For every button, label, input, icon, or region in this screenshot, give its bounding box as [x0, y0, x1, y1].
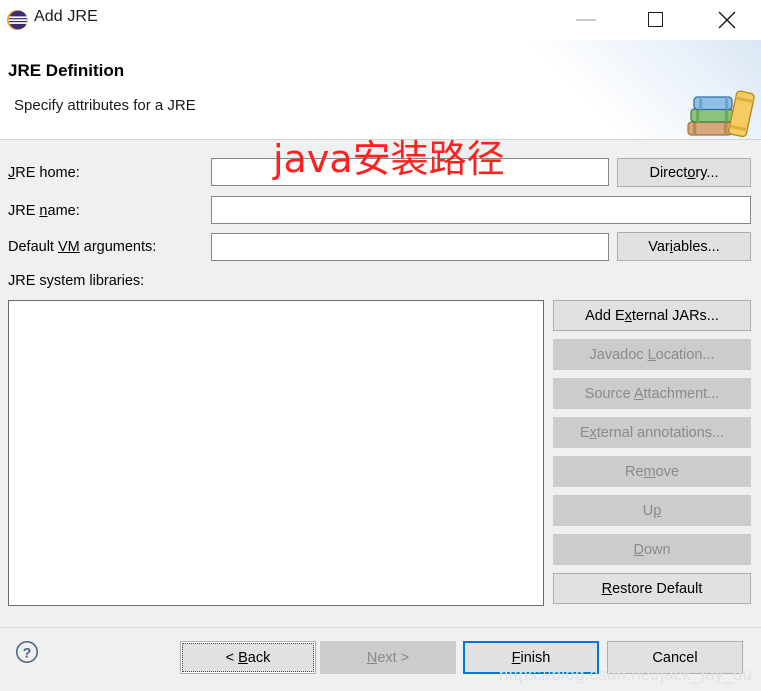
external-annotations-button[interactable]: External annotations...: [553, 417, 751, 448]
maximize-button[interactable]: [634, 0, 680, 40]
variables-button[interactable]: Variables...: [617, 232, 751, 261]
wizard-header: JRE Definition Specify attributes for a …: [0, 40, 761, 139]
page-subtitle: Specify attributes for a JRE: [14, 97, 196, 114]
help-question-icon[interactable]: ?: [15, 640, 39, 664]
next-button[interactable]: Next >: [320, 641, 456, 674]
jre-name-input[interactable]: [211, 196, 751, 224]
jre-name-label: JRE name:: [8, 203, 80, 219]
jre-home-label: JRE home:: [8, 165, 80, 181]
minimize-button[interactable]: [564, 0, 610, 40]
window-title: Add JRE: [34, 8, 98, 25]
vm-arguments-input[interactable]: [211, 233, 609, 261]
cancel-button[interactable]: Cancel: [607, 641, 743, 674]
back-button[interactable]: < Back: [180, 641, 316, 674]
dialog-footer: < Back Next > Finish Cancel: [0, 627, 761, 691]
vm-arguments-label: Default VM arguments:: [8, 239, 157, 255]
restore-default-button[interactable]: Restore Default: [553, 573, 751, 604]
add-external-jars-button[interactable]: Add External JARs...: [553, 300, 751, 331]
books-stack-icon: [684, 82, 756, 139]
maximize-icon: [648, 12, 663, 27]
minimize-icon: [576, 19, 596, 21]
eclipse-icon: [6, 9, 28, 31]
javadoc-location-button[interactable]: Javadoc Location...: [553, 339, 751, 370]
page-title: JRE Definition: [8, 61, 125, 80]
finish-button[interactable]: Finish: [463, 641, 599, 674]
system-libraries-label: JRE system libraries:: [8, 273, 145, 289]
title-bar: Add JRE: [0, 0, 761, 40]
directory-button[interactable]: Directory...: [617, 158, 751, 187]
close-button[interactable]: [704, 0, 750, 40]
jre-home-input[interactable]: [211, 158, 609, 186]
dialog-body: JRE home: Directory... JRE name: Default…: [0, 140, 761, 627]
remove-button[interactable]: Remove: [553, 456, 751, 487]
svg-text:?: ?: [23, 644, 32, 660]
source-attachment-button[interactable]: Source Attachment...: [553, 378, 751, 409]
system-libraries-list[interactable]: [8, 300, 544, 606]
down-button[interactable]: Down: [553, 534, 751, 565]
footer-divider: [0, 627, 761, 628]
up-button[interactable]: Up: [553, 495, 751, 526]
